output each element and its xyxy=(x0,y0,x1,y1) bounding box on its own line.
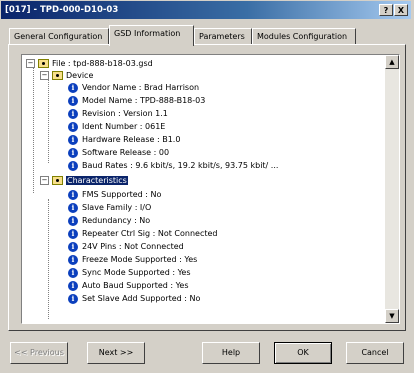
help-title-button[interactable]: ? xyxy=(379,4,393,16)
tree-item-label: Hardware Release : B1.0 xyxy=(82,135,181,144)
device-label: Device xyxy=(66,71,94,80)
tree-item-label: Set Slave Add Supported : No xyxy=(82,294,201,303)
close-button[interactable]: X xyxy=(394,4,408,16)
tree-item[interactable]: i Software Release : 00 xyxy=(68,147,169,159)
tree-item[interactable]: i Sync Mode Supported : Yes xyxy=(68,267,190,279)
tree-row-root[interactable]: − File : tpd-888-b18-03.gsd xyxy=(26,58,153,70)
tree-item[interactable]: i 24V Pins : Not Connected xyxy=(68,241,184,253)
info-icon: i xyxy=(68,95,78,106)
tree-item[interactable]: i FMS Supported : No xyxy=(68,189,161,201)
tree-item[interactable]: i Auto Baud Supported : Yes xyxy=(68,280,189,292)
collapse-icon[interactable]: − xyxy=(40,176,49,185)
window-title: [017] - TPD-000-D10-03 xyxy=(5,5,119,15)
gsd-tree-view[interactable]: − File : tpd-888-b18-03.gsd − Device i Vend… xyxy=(21,54,400,324)
tab-general-configuration[interactable]: General Configuration xyxy=(9,28,109,45)
tab-modules-configuration[interactable]: Modules Configuration xyxy=(252,28,356,45)
info-icon: i xyxy=(68,228,78,239)
help-button[interactable]: Help xyxy=(202,342,260,364)
tree-item-label: Sync Mode Supported : Yes xyxy=(82,268,191,277)
tree-item-label: Auto Baud Supported : Yes xyxy=(82,281,189,290)
info-icon: i xyxy=(68,121,78,132)
folder-icon xyxy=(52,176,63,185)
tree-item[interactable]: i Revision : Version 1.1 xyxy=(68,108,168,120)
scroll-up-button[interactable]: ▲ xyxy=(385,55,399,69)
tree-item-label: Ident Number : 061E xyxy=(82,122,166,131)
scroll-down-button[interactable]: ▼ xyxy=(385,309,399,323)
characteristics-label: Characteristics xyxy=(66,176,128,185)
tree-item[interactable]: i Slave Family : I/O xyxy=(68,202,151,214)
info-icon: i xyxy=(68,147,78,158)
info-icon: i xyxy=(68,254,78,265)
tree-row-characteristics[interactable]: − Characteristics xyxy=(40,175,128,187)
info-icon: i xyxy=(68,82,78,93)
tree-row-device[interactable]: − Device xyxy=(40,70,93,82)
tree-item[interactable]: i Redundancy : No xyxy=(68,215,150,227)
tree-item-label: Freeze Mode Supported : Yes xyxy=(82,255,198,264)
collapse-icon[interactable]: − xyxy=(40,71,49,80)
collapse-icon[interactable]: − xyxy=(26,59,35,68)
folder-icon xyxy=(52,71,63,80)
next-button[interactable]: Next >> xyxy=(87,342,145,364)
tree-item-label: Repeater Ctrl Sig : Not Connected xyxy=(82,229,218,238)
info-icon: i xyxy=(68,108,78,119)
tree-item-label: Software Release : 00 xyxy=(82,148,170,157)
info-icon: i xyxy=(68,160,78,171)
tree-item-label: 24V Pins : Not Connected xyxy=(82,242,184,251)
tree-content: − File : tpd-888-b18-03.gsd − Device i Vend… xyxy=(22,55,385,323)
tree-item[interactable]: i Set Slave Add Supported : No xyxy=(68,293,200,305)
folder-icon xyxy=(38,59,49,68)
info-icon: i xyxy=(68,241,78,252)
tree-item[interactable]: i Repeater Ctrl Sig : Not Connected xyxy=(68,228,218,240)
tree-item[interactable]: i Model Name : TPD-888-B18-03 xyxy=(68,95,205,107)
tree-item-label: Revision : Version 1.1 xyxy=(82,109,168,118)
tree-item-label: Model Name : TPD-888-B18-03 xyxy=(82,96,206,105)
info-icon: i xyxy=(68,202,78,213)
tree-item-label: Vendor Name : Brad Harrison xyxy=(82,83,200,92)
tab-parameters[interactable]: Parameters xyxy=(194,28,252,45)
tree-item-label: Redundancy : No xyxy=(82,216,151,225)
info-icon: i xyxy=(68,189,78,200)
info-icon: i xyxy=(68,134,78,145)
tree-root-label: File : tpd-888-b18-03.gsd xyxy=(52,59,153,68)
tree-item-label: FMS Supported : No xyxy=(82,190,162,199)
vertical-scrollbar[interactable]: ▲ ▼ xyxy=(385,55,399,323)
dialog-window: [017] - TPD-000-D10-03 ? X General Confi… xyxy=(0,0,414,373)
title-bar: [017] - TPD-000-D10-03 ? X xyxy=(1,1,411,19)
info-icon: i xyxy=(68,215,78,226)
info-icon: i xyxy=(68,293,78,304)
tree-item-label: Baud Rates : 9.6 kbit/s, 19.2 kbit/s, 93… xyxy=(82,161,279,170)
cancel-button[interactable]: Cancel xyxy=(346,342,404,364)
tree-item[interactable]: i Baud Rates : 9.6 kbit/s, 19.2 kbit/s, 9… xyxy=(68,160,278,172)
tree-item[interactable]: i Freeze Mode Supported : Yes xyxy=(68,254,197,266)
info-icon: i xyxy=(68,280,78,291)
tree-item-label: Slave Family : I/O xyxy=(82,203,152,212)
tree-item[interactable]: i Ident Number : 061E xyxy=(68,121,165,133)
previous-button[interactable]: << Previous xyxy=(10,342,68,364)
tab-gsd-information[interactable]: GSD Information xyxy=(109,25,194,46)
ok-button[interactable]: OK xyxy=(274,342,332,364)
tree-item[interactable]: i Vendor Name : Brad Harrison xyxy=(68,82,199,94)
info-icon: i xyxy=(68,267,78,278)
tree-item[interactable]: i Hardware Release : B1.0 xyxy=(68,134,180,146)
